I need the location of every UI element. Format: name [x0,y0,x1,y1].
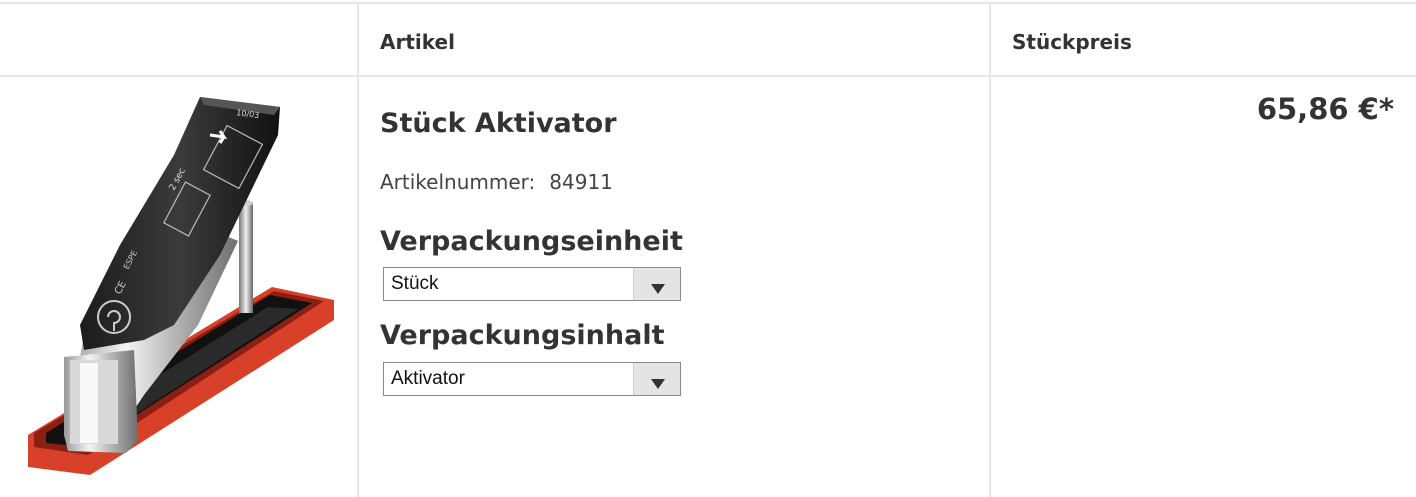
product-image[interactable]: 10/03 2 sec ESPE CE [24,95,338,485]
packaging-unit-select[interactable]: Stück [383,267,681,301]
column-divider-2 [989,2,991,497]
header-article: Artikel [380,30,455,54]
packaging-content-select[interactable]: Aktivator [383,362,681,396]
header-unit-price: Stückpreis [1012,30,1132,54]
column-divider-1 [357,2,359,497]
article-number-value: 84911 [549,170,613,194]
cart-table: Artikel Stückpreis 10/03 2 sec ESPE CE S… [0,0,1416,497]
product-title[interactable]: Stück Aktivator [380,108,617,139]
packaging-unit-selected-value: Stück [391,273,439,294]
packaging-content-dropdown-button[interactable] [633,363,680,395]
packaging-content-selected-value: Aktivator [391,368,465,389]
header-divider [0,75,1416,77]
chevron-down-icon [651,284,665,294]
unit-price: 65,86 €* [1256,92,1394,126]
packaging-content-heading: Verpackungsinhalt [380,320,665,351]
packaging-unit-heading: Verpackungseinheit [380,226,683,257]
article-number-label: Artikelnummer: [380,170,536,194]
packaging-unit-dropdown-button[interactable] [633,268,680,300]
chevron-down-icon [651,379,665,389]
article-number: Artikelnummer: 84911 [380,170,613,194]
table-top-border [0,2,1416,4]
dental-activator-device-image: 10/03 2 sec ESPE CE [28,97,334,475]
